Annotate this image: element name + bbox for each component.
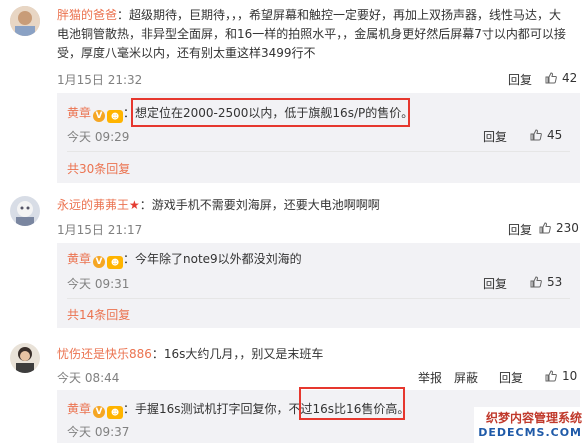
- report-button[interactable]: 举报: [418, 369, 442, 386]
- reply-button[interactable]: 回复: [483, 128, 507, 145]
- verified-icon: V: [93, 406, 106, 418]
- thumb-up-icon: [539, 222, 551, 234]
- commenter-name[interactable]: 永远的茀茀王: [57, 198, 129, 212]
- thumb-up-icon: [530, 276, 542, 288]
- reply-button[interactable]: 回复: [508, 71, 532, 88]
- reply-button[interactable]: 回复: [483, 275, 507, 292]
- replier-name[interactable]: 黄章: [67, 106, 91, 120]
- reply-time: 今天 09:37: [67, 425, 130, 439]
- comment-text: 胖猫的爸爸：超级期待，巨期待，，，希望屏幕和触控一定要好，再加上双扬声器，线性马…: [57, 8, 566, 60]
- avatar-image-icon: [10, 6, 40, 36]
- replier-name[interactable]: 黄章: [67, 402, 91, 416]
- star-icon: ★: [129, 198, 140, 212]
- avatar[interactable]: [10, 6, 40, 36]
- more-replies-link[interactable]: 共30条回复: [67, 160, 130, 177]
- reply-text: 黄章 V ☻ ：今年除了note9以外都没刘海的: [67, 252, 302, 269]
- comment-time: 1月15日 21:17: [57, 223, 143, 237]
- vip-icon: ☻: [107, 110, 124, 123]
- watermark-title: 织梦内容管理系统: [485, 411, 582, 425]
- highlight-box: [299, 387, 405, 420]
- thumb-up-icon: [545, 72, 557, 84]
- avatar-image-icon: [10, 196, 40, 226]
- watermark: 织梦内容管理系统 DEDECMS.COM: [474, 407, 586, 443]
- comment-text: 忧伤还是快乐886：16s大约几月，，别又是末班车: [57, 347, 324, 361]
- like-button[interactable]: 42: [545, 71, 577, 85]
- vip-icon: ☻: [107, 406, 124, 419]
- like-button[interactable]: 230: [539, 221, 579, 235]
- replier-name[interactable]: 黄章: [67, 252, 91, 266]
- divider: [67, 298, 570, 299]
- comment-time: 1月15日 21:32: [57, 73, 143, 87]
- more-replies-link[interactable]: 共14条回复: [67, 306, 130, 323]
- comment-time: 今天 08:44: [57, 371, 120, 385]
- like-button[interactable]: 10: [545, 369, 577, 383]
- block-button[interactable]: 屏蔽: [454, 369, 478, 386]
- divider: [67, 151, 570, 152]
- like-button[interactable]: 45: [530, 128, 562, 142]
- vip-icon: ☻: [107, 256, 124, 269]
- comment-text: 永远的茀茀王★：游戏手机不需要刘海屏，还要大电池啊啊啊: [57, 198, 380, 212]
- avatar[interactable]: [10, 343, 40, 373]
- avatar[interactable]: [10, 196, 40, 226]
- thumb-up-icon: [530, 129, 542, 141]
- watermark-url: DEDECMS.COM: [478, 426, 582, 439]
- reply-button[interactable]: 回复: [499, 369, 523, 386]
- reply-time: 今天 09:31: [67, 277, 130, 291]
- thumb-up-icon: [545, 370, 557, 382]
- verified-icon: V: [93, 256, 106, 268]
- reply-time: 今天 09:29: [67, 130, 130, 144]
- commenter-name[interactable]: 胖猫的爸爸: [57, 8, 117, 22]
- commenter-name[interactable]: 忧伤还是快乐886: [57, 347, 152, 361]
- avatar-image-icon: [10, 343, 40, 373]
- reply-button[interactable]: 回复: [508, 221, 532, 238]
- verified-icon: V: [93, 110, 106, 122]
- like-button[interactable]: 53: [530, 275, 562, 289]
- highlight-box: [131, 98, 410, 127]
